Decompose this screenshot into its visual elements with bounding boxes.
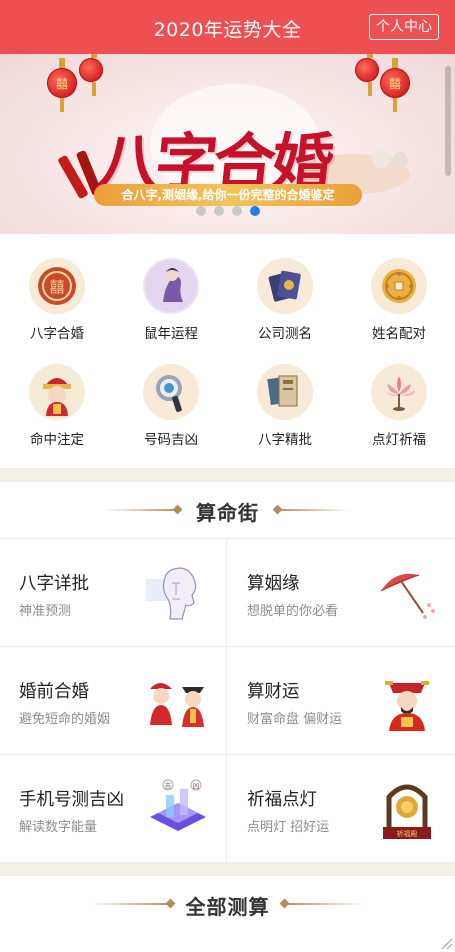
carousel-dot[interactable] [231, 206, 242, 216]
section-divider [0, 862, 455, 876]
face-sketch-icon [146, 561, 210, 625]
carousel-dot[interactable] [195, 206, 206, 216]
wedding-couple-icon [146, 669, 210, 733]
app-header: 2020年运势大全 个人中心 [0, 0, 455, 54]
rat-year-icon [143, 258, 199, 314]
lantern-icon [79, 54, 103, 96]
all-section-header: 全部测算 [0, 876, 455, 932]
card-title: 算姻缘 [247, 574, 300, 594]
card-subtitle: 神准预测 [19, 604, 72, 619]
god-of-wealth-icon [375, 669, 439, 733]
card-blessing-lamp[interactable]: 祈福点灯 点明灯 招好运 祈福殿 [228, 755, 455, 863]
banner-carousel[interactable]: 囍 囍 八字合婚 合八字,测姻缘,给你一份完整的合婚鉴定 [0, 54, 455, 234]
category-label: 点灯祈福 [372, 432, 426, 448]
resize-grip-icon[interactable] [439, 936, 453, 950]
phone-number-icon: 吉凶 [146, 777, 210, 841]
heading-line-right [285, 903, 365, 905]
category-destiny[interactable]: 命中注定 [0, 344, 114, 450]
svg-text:祈福殿: 祈福殿 [397, 829, 418, 838]
category-label: 姓名配对 [372, 326, 426, 342]
category-grid: 囍 八字合婚 鼠年运程 公司测名 姓名配对 命中注定 号码吉凶 八字精批 点灯祈… [0, 236, 455, 462]
bell-shrine-icon: 祈福殿 [375, 777, 439, 841]
banner-ribbon: 合八字,测姻缘,给你一份完整的合婚鉴定 [94, 184, 362, 206]
category-rat-year[interactable]: 鼠年运程 [114, 238, 228, 344]
carousel-dot-active[interactable] [249, 206, 260, 216]
card-bazi-detailed[interactable]: 八字详批 神准预测 [0, 539, 227, 647]
card-subtitle: 点明灯 招好运 [247, 820, 330, 835]
svg-text:吉: 吉 [165, 782, 172, 790]
heading-line-right [278, 509, 350, 511]
lantern-icon [355, 54, 379, 96]
card-title: 婚前合婚 [19, 682, 89, 702]
card-subtitle: 财富命盘 偏财运 [247, 712, 343, 727]
umbrella-icon [375, 561, 439, 625]
fortune-street-list: 八字详批 神准预测 算姻缘 想脱单的你必看 婚前合婚 避免短命的婚姻 算财运 财… [0, 538, 455, 863]
category-bazi-detailed[interactable]: 八字精批 [228, 344, 342, 450]
card-title: 算财运 [247, 682, 300, 702]
category-company-name[interactable]: 公司测名 [228, 238, 342, 344]
lotus-lamp-icon [371, 364, 427, 420]
category-name-match[interactable]: 姓名配对 [342, 238, 455, 344]
category-label: 公司测名 [258, 326, 312, 342]
lantern-icon: 囍 [380, 58, 410, 112]
company-name-icon [257, 258, 313, 314]
card-phone-number[interactable]: 手机号测吉凶 解读数字能量 吉凶 [0, 755, 227, 863]
category-number-luck[interactable]: 号码吉凶 [114, 344, 228, 450]
card-subtitle: 解读数字能量 [19, 820, 98, 835]
category-light-lamp[interactable]: 点灯祈福 [342, 344, 455, 450]
book-icon [257, 364, 313, 420]
scrollbar-thumb[interactable] [445, 66, 451, 176]
category-label: 鼠年运程 [144, 326, 198, 342]
category-bazi-marriage[interactable]: 囍 八字合婚 [0, 238, 114, 344]
card-marriage-fate[interactable]: 算姻缘 想脱单的你必看 [228, 539, 455, 647]
carousel-dot[interactable] [213, 206, 224, 216]
card-premarital-match[interactable]: 婚前合婚 避免短命的婚姻 [0, 647, 227, 755]
category-label: 八字合婚 [30, 326, 84, 342]
card-subtitle: 避免短命的婚姻 [19, 712, 111, 727]
card-subtitle: 想脱单的你必看 [247, 604, 339, 619]
lantern-icon: 囍 [47, 58, 77, 112]
svg-text:囍: 囍 [49, 278, 64, 296]
card-title: 八字详批 [19, 574, 89, 594]
section-divider [0, 468, 455, 482]
category-label: 号码吉凶 [144, 432, 198, 448]
svg-text:凶: 凶 [193, 782, 200, 790]
street-section-title: 算命街 [196, 501, 259, 525]
card-wealth-luck[interactable]: 算财运 财富命盘 偏财运 [228, 647, 455, 755]
banner-pebble [372, 150, 390, 168]
carousel-indicators [0, 206, 455, 216]
user-center-button[interactable]: 个人中心 [369, 14, 439, 40]
coin-icon [371, 258, 427, 314]
card-title: 祈福点灯 [247, 790, 317, 810]
street-section-header: 算命街 [0, 482, 455, 538]
fate-doll-icon [29, 364, 85, 420]
double-happiness-icon: 囍 [29, 258, 85, 314]
banner-pebble [392, 152, 408, 168]
all-section-title: 全部测算 [185, 895, 270, 919]
magnifier-icon [143, 364, 199, 420]
category-label: 命中注定 [30, 432, 84, 448]
card-title: 手机号测吉凶 [19, 790, 124, 810]
category-label: 八字精批 [258, 432, 312, 448]
